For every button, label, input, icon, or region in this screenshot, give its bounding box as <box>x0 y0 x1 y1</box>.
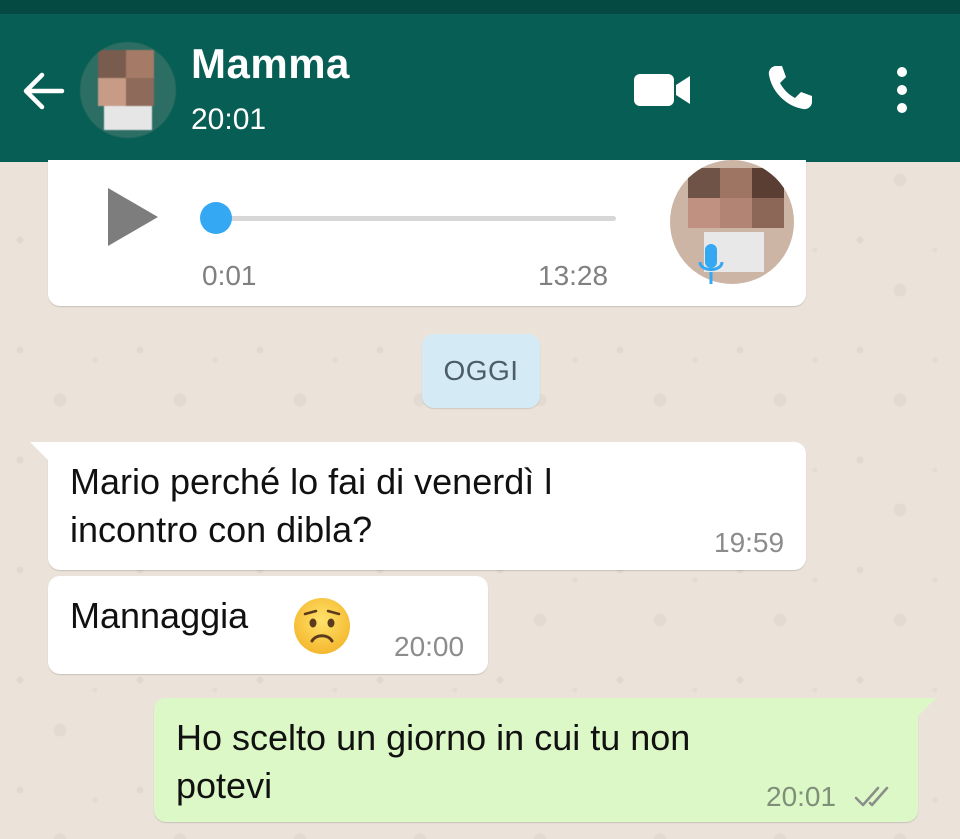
message-text: Ho scelto un giorno in cui tu non potevi <box>176 714 690 810</box>
back-arrow-icon[interactable] <box>18 66 68 116</box>
video-call-icon[interactable] <box>632 68 692 112</box>
status-bar <box>0 0 960 14</box>
message-line: incontro con dibla? <box>70 509 373 550</box>
double-check-icon <box>854 786 889 807</box>
message-time: 20:00 <box>394 631 465 662</box>
microphone-icon <box>698 244 724 284</box>
last-seen: 20:01 <box>191 103 267 136</box>
audio-duration: 0:01 <box>202 260 257 291</box>
message-text: Mario perché lo fai di venerdì l incontr… <box>70 458 552 554</box>
message-line: potevi <box>176 765 273 806</box>
outgoing-message[interactable]: Ho scelto un giorno in cui tu non potevi… <box>154 698 936 822</box>
message-text: Mannaggia <box>70 595 249 636</box>
message-line: Ho scelto un giorno in cui tu non <box>176 717 691 758</box>
message-line: Mario perché lo fai di venerdì l <box>70 461 553 502</box>
date-divider: OGGI <box>422 334 540 408</box>
bubble-tail <box>30 442 52 464</box>
more-options-icon[interactable] <box>888 64 916 116</box>
play-icon[interactable] <box>104 186 160 248</box>
audio-progress-handle[interactable] <box>200 202 232 234</box>
bubble-tail <box>914 698 936 720</box>
incoming-message[interactable]: Mario perché lo fai di venerdì l incontr… <box>30 442 806 570</box>
contact-name[interactable]: Mamma <box>191 40 350 88</box>
audio-message-bubble: 0:01 13:28 <box>48 160 806 306</box>
audio-progress-track[interactable] <box>218 216 616 221</box>
message-time: 20:01 <box>766 781 837 812</box>
contact-avatar[interactable] <box>80 42 176 138</box>
sender-avatar <box>670 160 794 284</box>
worried-face-emoji-icon <box>294 598 350 654</box>
phone-call-icon[interactable] <box>764 62 816 114</box>
message-time: 19:59 <box>714 527 785 558</box>
incoming-message[interactable]: Mannaggia 20:00 <box>48 576 488 674</box>
chat-header: Mamma 20:01 <box>0 14 960 162</box>
message-time: 13:28 <box>538 260 609 291</box>
